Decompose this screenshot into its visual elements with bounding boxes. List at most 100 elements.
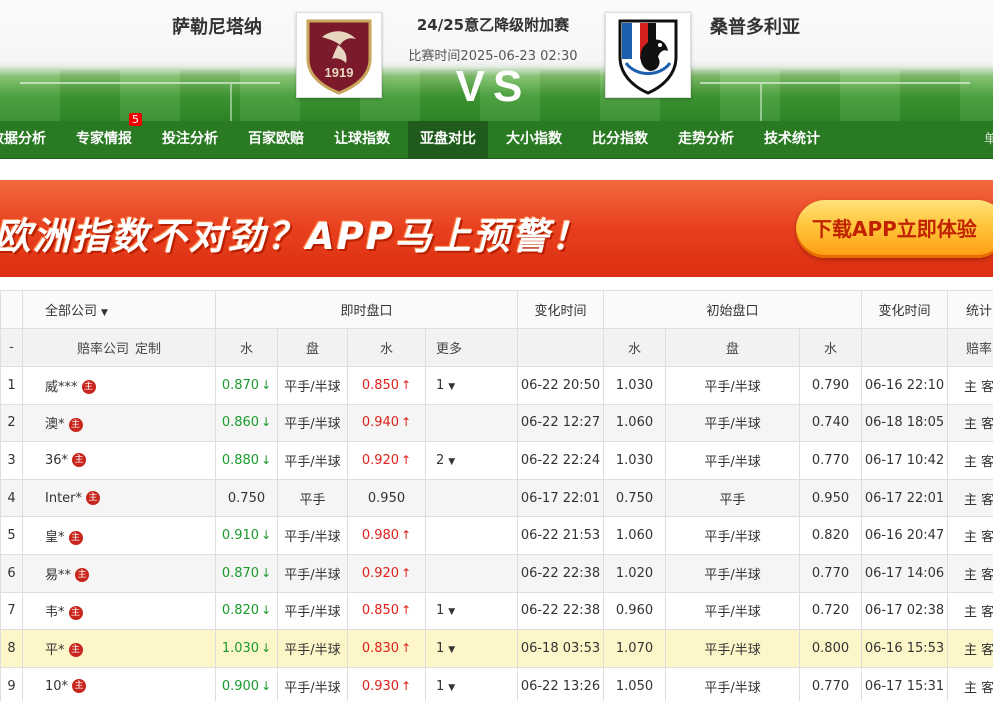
away-team-name[interactable]: 桑普多利亚	[710, 13, 800, 39]
company-cell[interactable]: 10* 主	[22, 666, 216, 701]
live-water-away[interactable]: 0.920 ↑	[347, 441, 426, 480]
company-cell[interactable]: 平* 主	[22, 629, 216, 668]
live-water-away[interactable]: 0.850 ↑	[347, 591, 426, 631]
banner-headline: 欧洲指数不对劲？APP马上预警！	[0, 215, 590, 258]
arrow-up-icon: ↑	[401, 377, 412, 392]
init-handicap: 平手/半球	[665, 366, 801, 405]
live-water-away[interactable]: 0.950	[347, 478, 426, 518]
table-row[interactable]: 7 韦* 主 0.820 ↓ 平手/半球 0.850 ↑ 1 ▼ 06-22 22:38 0.960 平…	[0, 591, 993, 631]
live-handicap: 平手/半球	[277, 666, 348, 701]
live-water-home[interactable]: 0.870 ↓	[215, 366, 278, 405]
arrow-down-icon: ↓	[261, 415, 272, 430]
more-dropdown[interactable]: 1 ▼	[424, 366, 519, 405]
more-dropdown[interactable]: 1 ▼	[424, 629, 519, 668]
nav-handicap-index[interactable]: 让球指数	[322, 121, 402, 159]
company-cell[interactable]: 易** 主	[22, 553, 216, 593]
company-cell[interactable]: 澳* 主	[22, 403, 216, 443]
init-water-home: 1.070	[603, 629, 667, 668]
home-main-icon: 主	[75, 568, 90, 583]
more-dropdown[interactable]: 1 ▼	[424, 666, 519, 701]
table-row[interactable]: 4 Inter* 主 0.750 平手 0.950 06-17 22:01 0.750 平手 0.…	[0, 478, 993, 518]
nav-tech-stats[interactable]: 技术统计	[752, 121, 832, 159]
init-handicap: 平手/半球	[665, 591, 801, 631]
nav-over-under[interactable]: 大小指数	[494, 121, 574, 159]
company-cell[interactable]: 韦* 主	[22, 591, 216, 631]
live-water-home[interactable]: 0.910 ↓	[215, 516, 278, 555]
company-name: 易**	[45, 567, 72, 583]
live-water-away[interactable]: 0.850 ↑	[347, 366, 426, 405]
odds-value: 0.900	[221, 678, 260, 694]
table-row[interactable]: 6 易** 主 0.870 ↓ 平手/半球 0.920 ↑ 06-22 22:38 1.020 平手…	[0, 553, 993, 593]
init-water-home: 1.020	[603, 553, 667, 593]
home-main-icon: 主	[86, 491, 101, 506]
table-row[interactable]: 8 平* 主 1.030 ↓ 平手/半球 0.830 ↑ 1 ▼ 06-18 03:53 1.070 平…	[0, 629, 993, 668]
live-water-home[interactable]: 0.880 ↓	[215, 441, 278, 480]
stats-links[interactable]: 主 客	[947, 441, 993, 480]
nav-euro-odds[interactable]: 百家欧赔	[236, 121, 316, 159]
live-water-away[interactable]: 0.980 ↑	[347, 516, 426, 555]
live-water-away[interactable]: 0.830 ↑	[347, 629, 426, 668]
init-water-home: 1.060	[603, 403, 667, 443]
live-water-home[interactable]: 1.030 ↓	[215, 629, 278, 668]
arrow-down-icon: ↓	[261, 565, 272, 580]
stats-links[interactable]: 主 客	[947, 666, 993, 701]
live-water-away[interactable]: 0.930 ↑	[347, 666, 426, 701]
chevron-down-icon: ▼	[448, 456, 456, 467]
stats-links[interactable]: 主 客	[947, 553, 993, 593]
company-cell[interactable]: 皇* 主	[22, 516, 216, 555]
init-change-time: 06-17 02:38	[861, 591, 949, 631]
company-filter-dropdown[interactable]: 全部公司 ▼	[22, 290, 216, 329]
live-water-home[interactable]: 0.860 ↓	[215, 403, 278, 443]
company-label: 赔率公司	[76, 342, 129, 357]
company-cell[interactable]: 36* 主	[22, 441, 216, 480]
stats-links[interactable]: 主 客	[947, 366, 993, 405]
table-row[interactable]: 1 威*** 主 0.870 ↓ 平手/半球 0.850 ↑ 1 ▼ 06-22 20:50 1.03…	[0, 366, 993, 405]
stats-links[interactable]: 主 客	[947, 591, 993, 631]
init-handicap: 平手/半球	[665, 441, 801, 480]
live-water-home[interactable]: 0.750	[215, 478, 278, 518]
change-time: 06-22 22:24	[517, 441, 605, 480]
match-header: 萨勒尼塔纳 1919 24/25意乙降级附加赛 比赛时间2025-06-23 0…	[0, 0, 993, 121]
odds-value: 0.920	[361, 452, 400, 468]
download-app-button[interactable]: 下载APP立即体验	[796, 200, 993, 258]
app-promo-banner[interactable]: 欧洲指数不对劲？APP马上预警！ 下载APP立即体验	[0, 180, 993, 277]
stats-links[interactable]: 主 客	[947, 516, 993, 555]
home-team-name[interactable]: 萨勒尼塔纳	[172, 13, 262, 39]
live-water-away[interactable]: 0.920 ↑	[347, 553, 426, 593]
home-team-logo[interactable]: 1919	[296, 12, 382, 98]
arrow-down-icon: ↓	[261, 452, 272, 467]
stats-links[interactable]: 主 客	[947, 478, 993, 518]
company-cell[interactable]: 威*** 主	[22, 366, 216, 405]
more-dropdown[interactable]: 2 ▼	[424, 441, 519, 480]
row-number: 2	[0, 403, 23, 443]
odds-value: 0.980	[361, 528, 400, 544]
header-no	[0, 290, 23, 329]
more-dropdown	[424, 553, 519, 593]
nav-expert-intel[interactable]: 专家情报 5	[64, 113, 144, 159]
customize-link[interactable]: 定制	[135, 342, 161, 357]
stats-links[interactable]: 主 客	[947, 629, 993, 668]
live-water-home[interactable]: 0.900 ↓	[215, 666, 278, 701]
table-row[interactable]: 2 澳* 主 0.860 ↓ 平手/半球 0.940 ↑ 06-22 12:27 1.060 平手/…	[0, 403, 993, 443]
table-row[interactable]: 3 36* 主 0.880 ↓ 平手/半球 0.920 ↑ 2 ▼ 06-22 22:24 1.030…	[0, 441, 993, 480]
nav-asian-compare[interactable]: 亚盘对比	[408, 121, 488, 159]
nav-bet-analysis[interactable]: 投注分析	[150, 121, 230, 159]
live-water-home[interactable]: 0.820 ↓	[215, 591, 278, 631]
stats-links[interactable]: 主 客	[947, 403, 993, 443]
company-cell[interactable]: Inter* 主	[22, 478, 216, 518]
company-name: 澳*	[45, 417, 65, 433]
nav-trend-analysis[interactable]: 走势分析	[666, 121, 746, 159]
nav-data-analysis[interactable]: 数据分析	[0, 121, 58, 159]
live-water-home[interactable]: 0.870 ↓	[215, 553, 278, 593]
chevron-down-icon: ▼	[448, 607, 456, 618]
arrow-up-icon: ↑	[401, 415, 412, 430]
table-row[interactable]: 5 皇* 主 0.910 ↓ 平手/半球 0.980 ↑ 06-22 21:53 1.060 平手/…	[0, 516, 993, 555]
table-row[interactable]: 9 10* 主 0.900 ↓ 平手/半球 0.930 ↑ 1 ▼ 06-22 13:26 1.050…	[0, 666, 993, 701]
nav-score-index[interactable]: 比分指数	[580, 121, 660, 159]
arrow-up-icon: ↑	[401, 640, 412, 655]
away-team-logo[interactable]	[605, 12, 691, 98]
nav-extra[interactable]: 单	[984, 121, 993, 158]
more-dropdown[interactable]: 1 ▼	[424, 591, 519, 631]
live-water-away[interactable]: 0.940 ↑	[347, 403, 426, 443]
notification-badge: 5	[129, 113, 142, 126]
